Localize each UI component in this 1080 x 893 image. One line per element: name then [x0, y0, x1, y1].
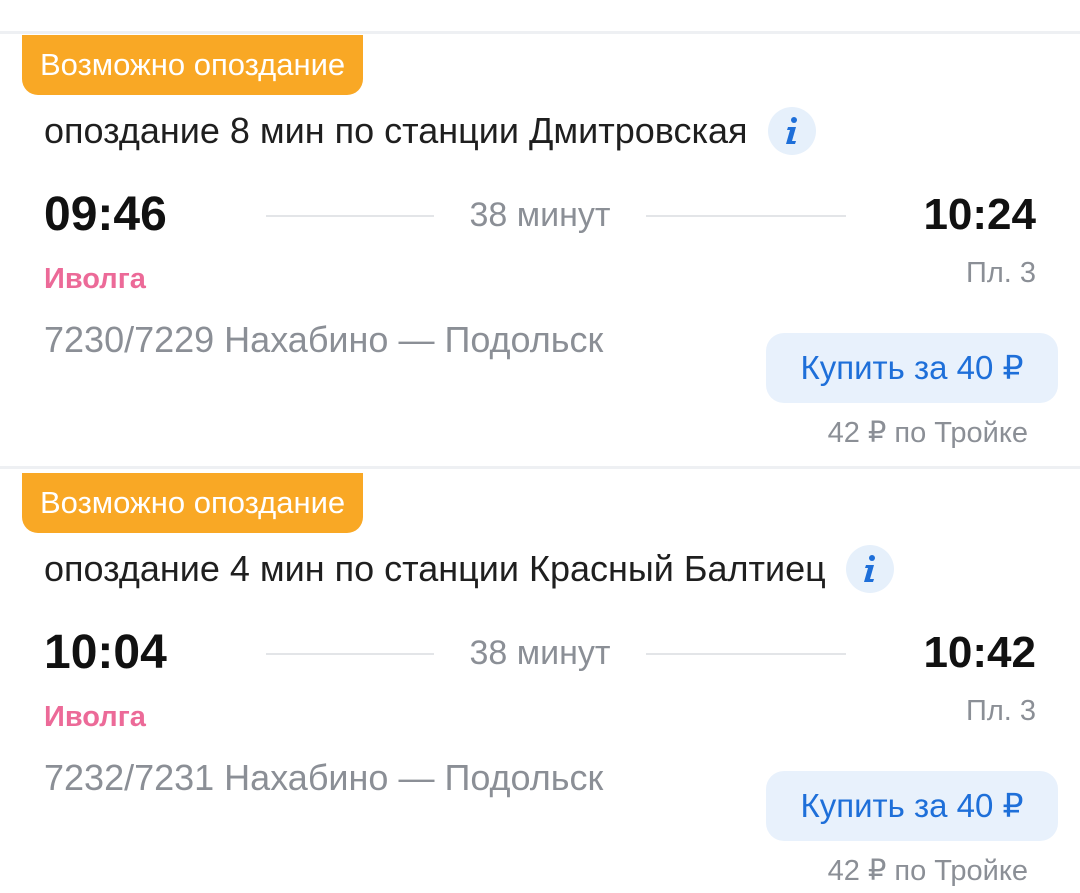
buy-ticket-button[interactable]: Купить за 40 ₽ [766, 333, 1058, 403]
trip-duration: 38 минут [469, 196, 611, 234]
delay-text: опоздание 4 мин по станции Красный Балти… [44, 548, 826, 589]
train-card[interactable]: Возможно опоздание опоздание 8 мин по ст… [0, 33, 1080, 468]
delay-info-row: опоздание 4 мин по станции Красный Балти… [44, 543, 894, 595]
delay-warning-badge: Возможно опоздание [22, 473, 364, 533]
delay-text: опоздание 8 мин по станции Дмитровская [44, 110, 748, 151]
troika-price: 42 ₽ по Тройке [827, 855, 1028, 887]
info-icon[interactable] [767, 107, 816, 155]
departure-time: 10:04 [44, 626, 167, 679]
arrival-time: 10:42 [923, 628, 1036, 677]
platform: Пл. 3 [965, 257, 1036, 289]
info-icon[interactable] [845, 545, 894, 593]
info-glyph [863, 555, 875, 582]
train-type: Иволга [44, 263, 146, 295]
card-divider [0, 466, 1080, 469]
duration-line-right [646, 215, 846, 217]
route: 7230/7229 Нахабино — Подольск [44, 319, 604, 360]
buy-ticket-button[interactable]: Купить за 40 ₽ [766, 771, 1058, 841]
train-type: Иволга [44, 701, 146, 733]
duration-line-left [266, 653, 434, 655]
trip-duration: 38 минут [469, 634, 611, 672]
delay-warning-badge: Возможно опоздание [22, 35, 364, 95]
departure-time: 09:46 [44, 188, 167, 241]
route: 7232/7231 Нахабино — Подольск [44, 757, 604, 798]
arrival-time: 10:24 [923, 190, 1036, 239]
troika-price: 42 ₽ по Тройке [827, 417, 1028, 449]
delay-info-row: опоздание 8 мин по станции Дмитровская [44, 105, 816, 157]
duration-line-left [266, 215, 434, 217]
platform: Пл. 3 [965, 695, 1036, 727]
info-glyph [785, 117, 797, 144]
train-schedule-screen: Возможно опоздание опоздание 8 мин по ст… [0, 0, 1080, 893]
train-card[interactable]: Возможно опоздание опоздание 4 мин по ст… [0, 471, 1080, 893]
duration-line-right [646, 653, 846, 655]
